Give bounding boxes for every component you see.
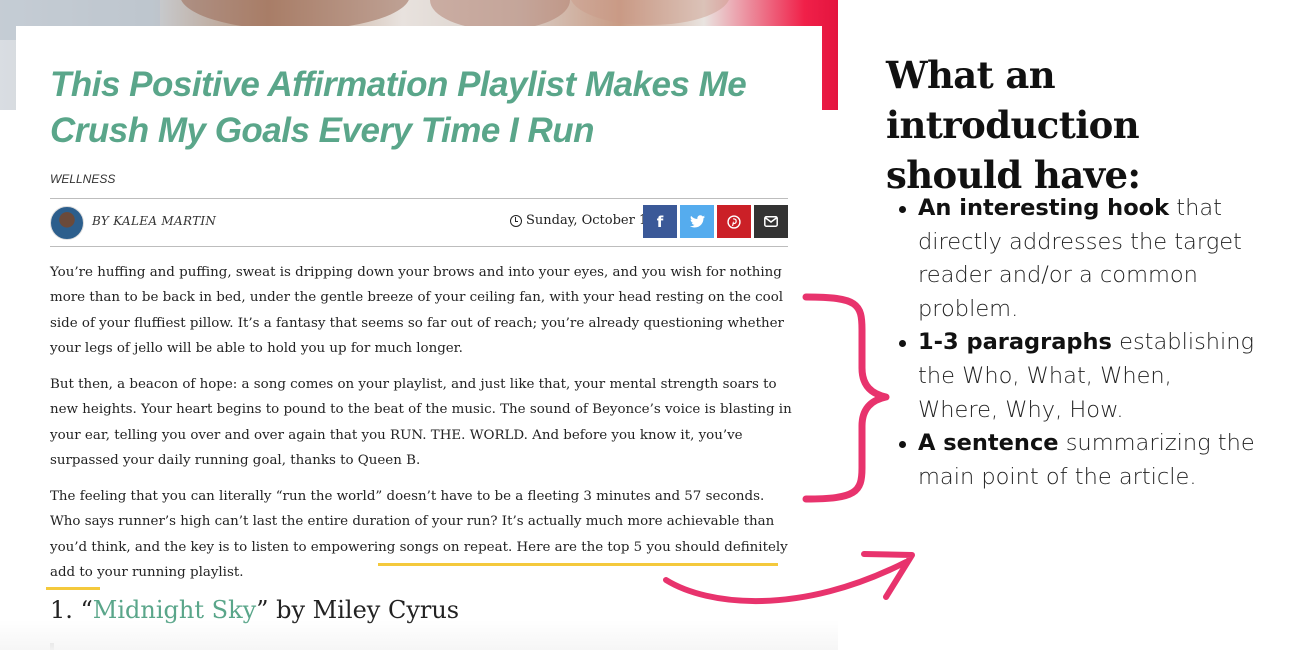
twitter-icon (689, 215, 705, 228)
facebook-icon: f (656, 212, 664, 231)
list-item-bold: An interesting hook (918, 195, 1170, 221)
publish-date: Sunday, October 18 (510, 213, 656, 228)
bottom-fade (0, 620, 838, 650)
list-item: An interesting hook that directly addres… (897, 192, 1257, 326)
intro-paragraph-1: You’re huffing and puffing, sweat is dri… (50, 265, 784, 356)
date-text: Sunday, October 18 (526, 213, 656, 228)
divider (50, 246, 788, 247)
article-title: This Positive Affirmation Playlist Makes… (50, 65, 747, 150)
pinterest-icon (727, 214, 741, 229)
article-card: This Positive Affirmation Playlist Makes… (16, 26, 822, 650)
email-icon (764, 216, 778, 227)
list-item-bold: A sentence (918, 430, 1059, 457)
list-item: 1-3 paragraphs establishing the Who, Wha… (897, 326, 1257, 427)
intro-paragraph-2: But then, a beacon of hope: a song comes… (50, 377, 792, 468)
author-avatar[interactable] (50, 206, 84, 240)
highlight-underline (378, 563, 778, 566)
intro-paragraph-3: The feeling that you can literally “run … (50, 489, 788, 580)
author-byline[interactable]: BY KALEA MARTIN (92, 214, 216, 228)
page-margin (0, 110, 16, 650)
intro-checklist: An interesting hook that directly addres… (897, 192, 1257, 494)
category-link[interactable]: WELLNESS (50, 172, 115, 186)
list-item-bold: 1-3 paragraphs (918, 329, 1112, 356)
panel-heading: What an introduction should have: (886, 53, 1141, 197)
facebook-share-button[interactable]: f (643, 205, 677, 238)
pinterest-share-button[interactable] (717, 205, 751, 238)
list-item: A sentence summarizing the main point of… (897, 427, 1257, 494)
arrow-head (861, 551, 915, 600)
twitter-share-button[interactable] (680, 205, 714, 238)
email-share-button[interactable] (754, 205, 788, 238)
divider (50, 198, 788, 199)
highlight-underline (46, 587, 100, 590)
clock-icon (510, 214, 522, 227)
